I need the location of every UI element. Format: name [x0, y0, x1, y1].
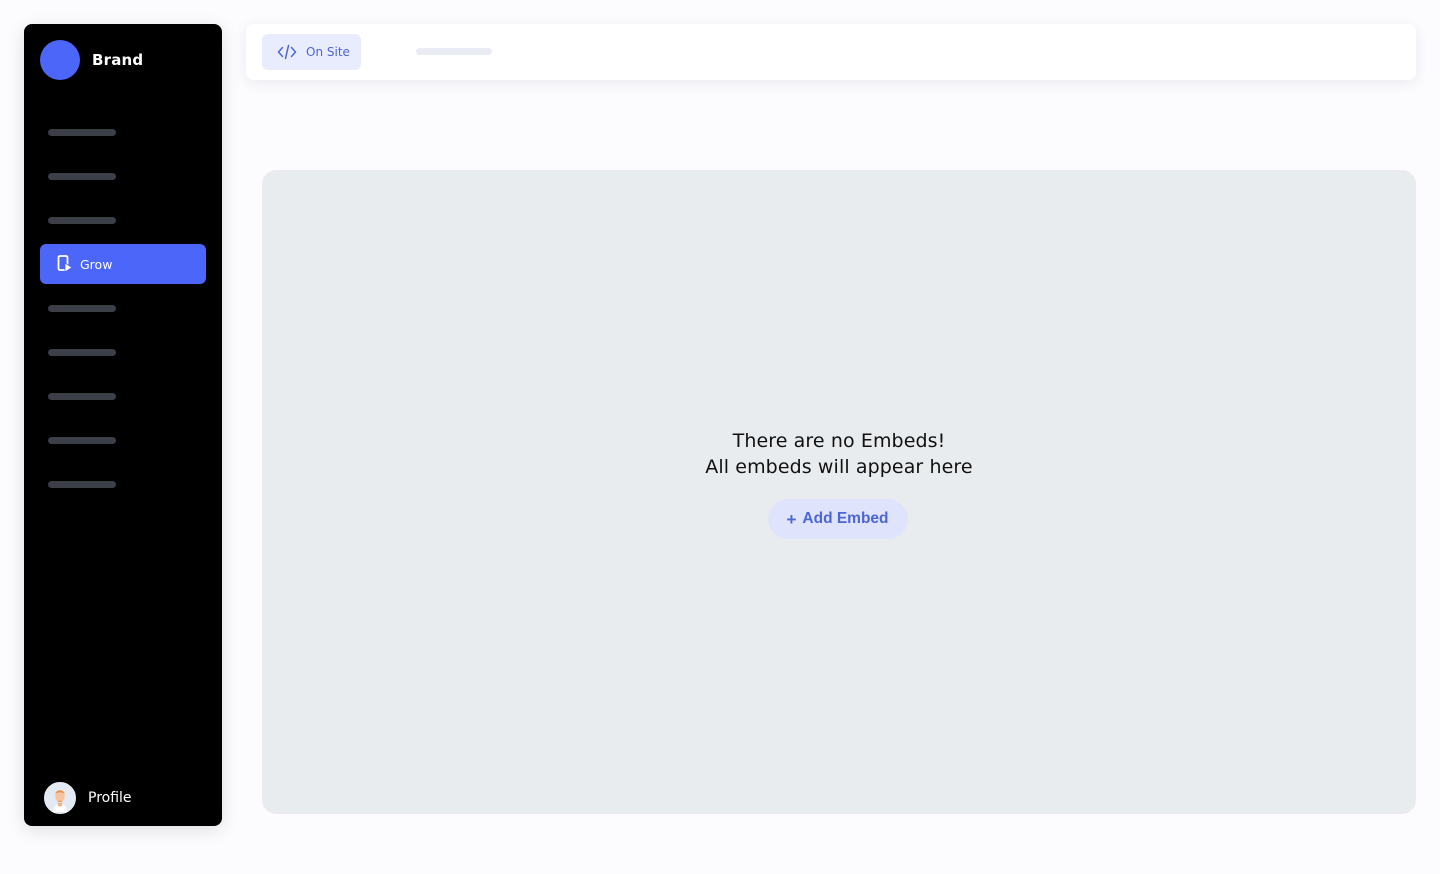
brand-logo — [40, 40, 80, 80]
add-embed-label: Add Embed — [802, 510, 889, 527]
profile-name: Profile — [88, 790, 132, 806]
tab-placeholder[interactable] — [416, 48, 492, 55]
app-page: Brand Grow Profile On Site There are no … — [0, 0, 1440, 874]
tab-label: On Site — [306, 45, 350, 59]
sidebar-item-placeholder[interactable] — [48, 437, 116, 444]
embeds-panel: There are no Embeds! All embeds will app… — [262, 170, 1416, 814]
sidebar-item-placeholder[interactable] — [48, 393, 116, 400]
profile[interactable]: Profile — [44, 782, 132, 814]
plus-icon: + — [786, 509, 797, 529]
sidebar-item-placeholder[interactable] — [48, 173, 116, 180]
tab-on-site[interactable]: On Site — [262, 34, 361, 70]
brand-name: Brand — [92, 51, 144, 69]
sidebar-item-label: Grow — [80, 256, 113, 272]
empty-state: There are no Embeds! All embeds will app… — [262, 428, 1416, 539]
avatar — [44, 782, 76, 814]
top-bar: On Site — [246, 24, 1416, 80]
code-icon — [277, 44, 297, 60]
sidebar: Brand Grow Profile — [24, 24, 222, 826]
empty-state-title: There are no Embeds! — [732, 430, 946, 452]
empty-state-subtitle: All embeds will appear here — [705, 456, 973, 478]
sidebar-item-placeholder[interactable] — [48, 481, 116, 488]
brand[interactable]: Brand — [40, 40, 143, 80]
sidebar-item-placeholder[interactable] — [48, 129, 116, 136]
sidebar-item-placeholder[interactable] — [48, 349, 116, 356]
grow-icon — [56, 255, 74, 273]
add-embed-button[interactable]: + Add Embed — [767, 499, 908, 539]
sidebar-item-placeholder[interactable] — [48, 217, 116, 224]
sidebar-item-grow[interactable]: Grow — [40, 244, 206, 284]
sidebar-item-placeholder[interactable] — [48, 305, 116, 312]
